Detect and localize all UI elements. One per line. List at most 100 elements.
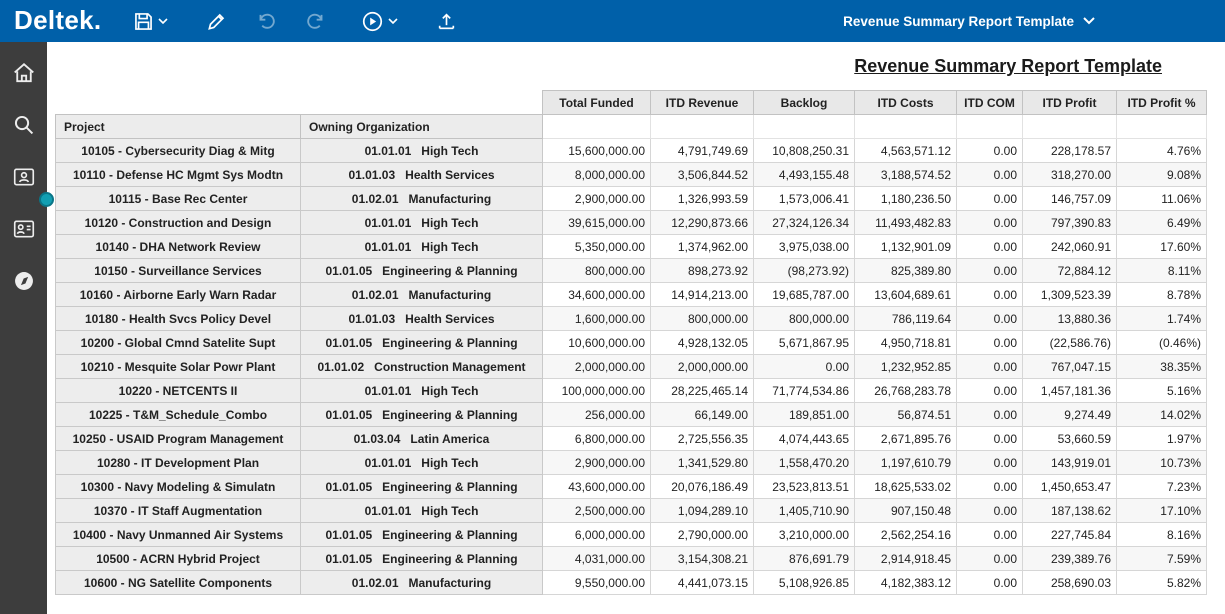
value-cell: 187,138.62 (1023, 499, 1117, 523)
value-cell: 10,808,250.31 (754, 139, 855, 163)
org-cell: 01.01.05 Engineering & Planning (301, 475, 543, 499)
blank-cell (957, 115, 1023, 139)
value-cell: 0.00 (957, 139, 1023, 163)
project-cell: 10600 - NG Satellite Components (56, 571, 301, 595)
value-cell: 0.00 (957, 307, 1023, 331)
org-cell: 01.02.01 Manufacturing (301, 571, 543, 595)
value-cell: 146,757.09 (1023, 187, 1117, 211)
redo-button[interactable] (299, 6, 333, 36)
value-cell: 1,180,236.50 (855, 187, 957, 211)
value-cell: 0.00 (957, 331, 1023, 355)
report-template-selector[interactable]: Revenue Summary Report Template (843, 14, 1095, 29)
value-cell: 0.00 (957, 523, 1023, 547)
value-cell: 1.97% (1117, 427, 1207, 451)
org-cell: 01.02.01 Manufacturing (301, 283, 543, 307)
column-header[interactable]: Backlog (754, 91, 855, 115)
value-cell: 9,550,000.00 (543, 571, 651, 595)
org-cell: 01.02.01 Manufacturing (301, 187, 543, 211)
value-cell: 786,119.64 (855, 307, 957, 331)
export-button[interactable] (430, 7, 463, 36)
value-cell: 23,523,813.51 (754, 475, 855, 499)
edit-button[interactable] (200, 7, 233, 36)
value-cell: 34,600,000.00 (543, 283, 651, 307)
value-cell: 0.00 (957, 547, 1023, 571)
value-cell: 797,390.83 (1023, 211, 1117, 235)
chevron-down-icon (1083, 17, 1095, 25)
value-cell: 4,493,155.48 (754, 163, 855, 187)
value-cell: 8.78% (1117, 283, 1207, 307)
value-cell: 1,558,470.20 (754, 451, 855, 475)
run-button[interactable] (355, 6, 404, 37)
value-cell: 4,441,073.15 (651, 571, 754, 595)
chevron-down-icon (158, 18, 168, 25)
toolbar (127, 6, 463, 37)
table-row: 10300 - Navy Modeling & Simulatn01.01.05… (56, 475, 1207, 499)
value-cell: 1,457,181.36 (1023, 379, 1117, 403)
value-cell: 4,563,571.12 (855, 139, 957, 163)
save-button[interactable] (127, 7, 174, 36)
value-cell: 66,149.00 (651, 403, 754, 427)
sidebar-item-contacts[interactable] (9, 216, 39, 242)
row-header-column[interactable]: Project (56, 115, 301, 139)
sidebar-item-navigator[interactable] (9, 268, 39, 294)
value-cell: 7.23% (1117, 475, 1207, 499)
value-cell: 4,928,132.05 (651, 331, 754, 355)
project-cell: 10120 - Construction and Design (56, 211, 301, 235)
report-grid-container: Total FundedITD RevenueBacklogITD CostsI… (55, 90, 1207, 595)
value-cell: 6,800,000.00 (543, 427, 651, 451)
org-cell: 01.01.01 High Tech (301, 139, 543, 163)
sidebar-item-search[interactable] (9, 112, 39, 138)
value-cell: 0.00 (957, 451, 1023, 475)
column-header[interactable]: ITD Profit % (1117, 91, 1207, 115)
value-cell: 2,900,000.00 (543, 451, 651, 475)
org-cell: 01.01.03 Health Services (301, 307, 543, 331)
value-cell: 907,150.48 (855, 499, 957, 523)
column-header[interactable]: ITD Costs (855, 91, 957, 115)
org-cell: 01.01.05 Engineering & Planning (301, 547, 543, 571)
sidebar-item-employee[interactable] (9, 164, 39, 190)
org-cell: 01.01.05 Engineering & Planning (301, 403, 543, 427)
redo-icon (305, 10, 327, 32)
org-cell: 01.01.01 High Tech (301, 235, 543, 259)
value-cell: 1,132,901.09 (855, 235, 957, 259)
table-row: 10120 - Construction and Design01.01.01 … (56, 211, 1207, 235)
value-cell: 4.76% (1117, 139, 1207, 163)
panel-handle-dot[interactable] (39, 192, 54, 207)
table-row: 10110 - Defense HC Mgmt Sys Modtn01.01.0… (56, 163, 1207, 187)
value-cell: 9.08% (1117, 163, 1207, 187)
column-header[interactable]: ITD Revenue (651, 91, 754, 115)
value-cell: 2,671,895.76 (855, 427, 957, 451)
value-cell: 20,076,186.49 (651, 475, 754, 499)
undo-button[interactable] (249, 6, 283, 36)
value-cell: 4,182,383.12 (855, 571, 957, 595)
value-cell: 0.00 (957, 499, 1023, 523)
value-cell: 5,350,000.00 (543, 235, 651, 259)
value-cell: 258,690.03 (1023, 571, 1117, 595)
column-header[interactable]: ITD Profit (1023, 91, 1117, 115)
value-cell: 0.00 (957, 211, 1023, 235)
project-cell: 10110 - Defense HC Mgmt Sys Modtn (56, 163, 301, 187)
navigator-compass-icon (12, 269, 36, 293)
value-cell: 898,273.92 (651, 259, 754, 283)
value-cell: 825,389.80 (855, 259, 957, 283)
project-cell: 10370 - IT Staff Augmentation (56, 499, 301, 523)
value-cell: 1,600,000.00 (543, 307, 651, 331)
value-cell: 1,197,610.79 (855, 451, 957, 475)
org-cell: 01.01.01 High Tech (301, 451, 543, 475)
sidebar-item-home[interactable] (9, 60, 39, 86)
value-cell: 3,975,038.00 (754, 235, 855, 259)
employee-badge-icon (12, 165, 36, 189)
value-cell: 2,000,000.00 (543, 355, 651, 379)
row-header-column[interactable]: Owning Organization (301, 115, 543, 139)
value-cell: (22,586.76) (1023, 331, 1117, 355)
value-cell: 5,108,926.85 (754, 571, 855, 595)
value-cell: 14.02% (1117, 403, 1207, 427)
value-cell: 4,950,718.81 (855, 331, 957, 355)
value-cell: 800,000.00 (543, 259, 651, 283)
value-cell: 2,725,556.35 (651, 427, 754, 451)
value-cell: 17.10% (1117, 499, 1207, 523)
column-header[interactable]: Total Funded (543, 91, 651, 115)
value-cell: 1,450,653.47 (1023, 475, 1117, 499)
value-cell: 1,374,962.00 (651, 235, 754, 259)
column-header[interactable]: ITD COM (957, 91, 1023, 115)
